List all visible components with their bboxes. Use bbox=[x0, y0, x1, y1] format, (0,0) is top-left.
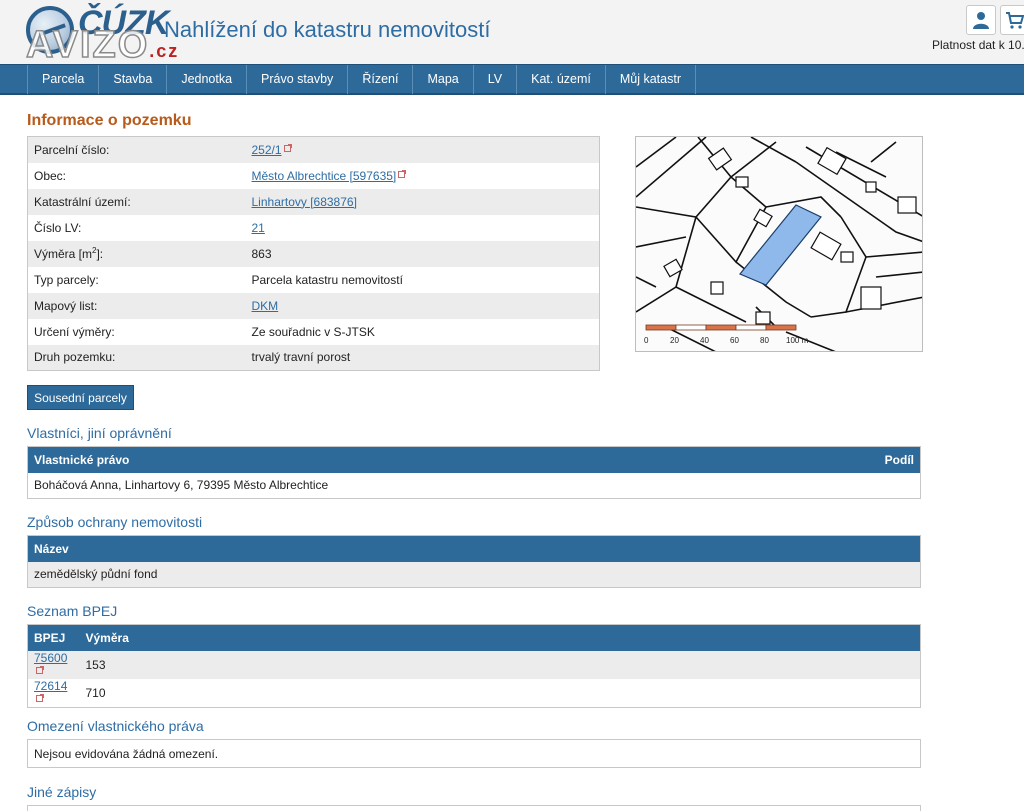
table-header-row: BPEJ Výměra bbox=[27, 624, 921, 651]
restrictions-text: Nejsou evidována žádná omezení. bbox=[34, 746, 219, 761]
nav-item-rizeni[interactable]: Řízení bbox=[348, 65, 414, 94]
owners-table: Vlastnické právo Podíl Boháčová Anna, Li… bbox=[27, 446, 921, 499]
col-share: Podíl bbox=[670, 446, 921, 473]
nav-item-kat-uzemi[interactable]: Kat. území bbox=[517, 65, 606, 94]
row-label: Výměra [m2]: bbox=[27, 240, 246, 267]
table-row: Typ parcely: Parcela katastru nemovitost… bbox=[27, 266, 600, 293]
table-row: Mapový list: DKM bbox=[27, 292, 600, 319]
table-row: Parcelní číslo: 252/1 bbox=[27, 136, 600, 163]
external-link-icon[interactable] bbox=[398, 169, 407, 178]
row-value: 252/1 bbox=[245, 136, 600, 163]
other-records-heading: Jiné zápisy bbox=[27, 784, 97, 800]
col-area: Výměra bbox=[79, 624, 921, 651]
external-link-icon[interactable] bbox=[283, 143, 292, 152]
scale-label: 0 bbox=[644, 336, 649, 345]
bpej-table: BPEJ Výměra 75600 153 72614 710 bbox=[27, 624, 921, 708]
bpej-code-cell: 72614 bbox=[27, 678, 80, 707]
nav-item-parcela[interactable]: Parcela bbox=[27, 65, 100, 94]
protection-table: Název zemědělský půdní fond bbox=[27, 535, 921, 588]
row-value: 21 bbox=[245, 214, 600, 241]
owner-cell: Boháčová Anna, Linhartovy 6, 79395 Město… bbox=[27, 472, 921, 499]
row-label: Typ parcely: bbox=[27, 266, 246, 293]
row-value: trvalý travní porost bbox=[245, 344, 600, 371]
scale-label: 80 bbox=[760, 336, 769, 345]
row-label: Katastrální území: bbox=[27, 188, 246, 215]
table-row: Výměra [m2]: 863 bbox=[27, 240, 600, 267]
row-value: Linhartovy [683876] bbox=[245, 188, 600, 215]
app-title: Nahlížení do katastru nemovitostí bbox=[164, 17, 491, 42]
cart-button[interactable] bbox=[1000, 5, 1024, 35]
table-header-row: Název bbox=[27, 535, 921, 562]
nav-item-jednotka[interactable]: Jednotka bbox=[167, 65, 248, 94]
data-validity: Platnost dat k 10. bbox=[932, 38, 1024, 52]
table-row: zemědělský půdní fond bbox=[27, 561, 921, 588]
bpej-heading: Seznam BPEJ bbox=[27, 603, 118, 619]
protection-cell: zemědělský půdní fond bbox=[27, 561, 921, 588]
bpej-area-cell: 710 bbox=[79, 678, 921, 707]
bpej-code-cell: 75600 bbox=[27, 650, 80, 679]
map-drawing: 0 20 40 60 80 100 m bbox=[636, 137, 922, 351]
row-value: Parcela katastru nemovitostí bbox=[245, 266, 600, 293]
row-value: 863 bbox=[245, 240, 600, 267]
cadastral-area-link[interactable]: Linhartovy [683876] bbox=[252, 195, 357, 209]
parcel-info-heading: Informace o pozemku bbox=[27, 112, 192, 129]
row-label: Mapový list: bbox=[27, 292, 246, 319]
scale-label: 40 bbox=[700, 336, 709, 345]
bpej-link[interactable]: 75600 bbox=[34, 651, 67, 665]
map-sheet-link[interactable]: DKM bbox=[252, 299, 279, 313]
page-header: ČÚZK AVIZO.cz Nahlížení do katastru nemo… bbox=[0, 0, 1024, 67]
col-name: Název bbox=[27, 535, 921, 562]
table-header-row: Vlastnické právo Podíl bbox=[27, 446, 921, 473]
restrictions-heading: Omezení vlastnického práva bbox=[27, 718, 204, 734]
external-link-icon[interactable] bbox=[36, 693, 44, 702]
owners-heading: Vlastníci, jiní oprávnění bbox=[27, 425, 172, 441]
lv-number-link[interactable]: 21 bbox=[252, 221, 265, 235]
municipality-link[interactable]: Město Albrechtice [597635] bbox=[252, 169, 397, 183]
table-row: Boháčová Anna, Linhartovy 6, 79395 Město… bbox=[27, 472, 921, 499]
scale-label: 60 bbox=[730, 336, 739, 345]
scale-label: 100 m bbox=[786, 336, 809, 345]
cart-icon bbox=[1006, 12, 1024, 29]
table-row: Určení výměry: Ze souřadnic v S-JTSK bbox=[27, 318, 600, 345]
row-label: Druh pozemku: bbox=[27, 344, 246, 371]
bpej-area-cell: 153 bbox=[79, 650, 921, 679]
restrictions-box: Nejsou evidována žádná omezení. bbox=[27, 739, 921, 768]
nav-item-lv[interactable]: LV bbox=[474, 65, 518, 94]
row-value: Ze souřadnic v S-JTSK bbox=[245, 318, 600, 345]
row-label: Obec: bbox=[27, 162, 246, 189]
neighbor-parcels-button[interactable]: Sousední parcely bbox=[27, 385, 134, 410]
protection-heading: Způsob ochrany nemovitosti bbox=[27, 514, 203, 530]
table-row: 72614 710 bbox=[27, 678, 921, 707]
table-row: Číslo LV: 21 bbox=[27, 214, 600, 241]
table-row: Druh pozemku: trvalý travní porost bbox=[27, 344, 600, 371]
nav-item-muj-katastr[interactable]: Můj katastr bbox=[606, 65, 696, 94]
other-records-box bbox=[27, 805, 921, 811]
row-label: Číslo LV: bbox=[27, 214, 246, 241]
scale-label: 20 bbox=[670, 336, 679, 345]
table-row: Katastrální území: Linhartovy [683876] bbox=[27, 188, 600, 215]
main-nav: Parcela Stavba Jednotka Právo stavby Říz… bbox=[0, 64, 1024, 95]
parcel-number-link[interactable]: 252/1 bbox=[252, 143, 282, 157]
cadastral-map[interactable]: 0 20 40 60 80 100 m bbox=[635, 136, 923, 352]
row-label: Parcelní číslo: bbox=[27, 136, 246, 163]
user-icon bbox=[973, 12, 989, 29]
row-label: Určení výměry: bbox=[27, 318, 246, 345]
nav-item-mapa[interactable]: Mapa bbox=[413, 65, 474, 94]
parcel-info-table: Parcelní číslo: 252/1 Obec: Město Albrec… bbox=[27, 136, 600, 371]
external-link-icon[interactable] bbox=[36, 665, 44, 674]
table-row: 75600 153 bbox=[27, 650, 921, 679]
watermark: AVIZO.cz bbox=[25, 23, 180, 67]
row-value: DKM bbox=[245, 292, 600, 319]
row-value: Město Albrechtice [597635] bbox=[245, 162, 600, 189]
bpej-link[interactable]: 72614 bbox=[34, 679, 67, 693]
col-bpej: BPEJ bbox=[27, 624, 80, 651]
nav-item-pravo-stavby[interactable]: Právo stavby bbox=[247, 65, 349, 94]
user-button[interactable] bbox=[966, 5, 996, 35]
nav-item-stavba[interactable]: Stavba bbox=[99, 65, 168, 94]
table-row: Obec: Město Albrechtice [597635] bbox=[27, 162, 600, 189]
col-ownership-right: Vlastnické právo bbox=[27, 446, 671, 473]
